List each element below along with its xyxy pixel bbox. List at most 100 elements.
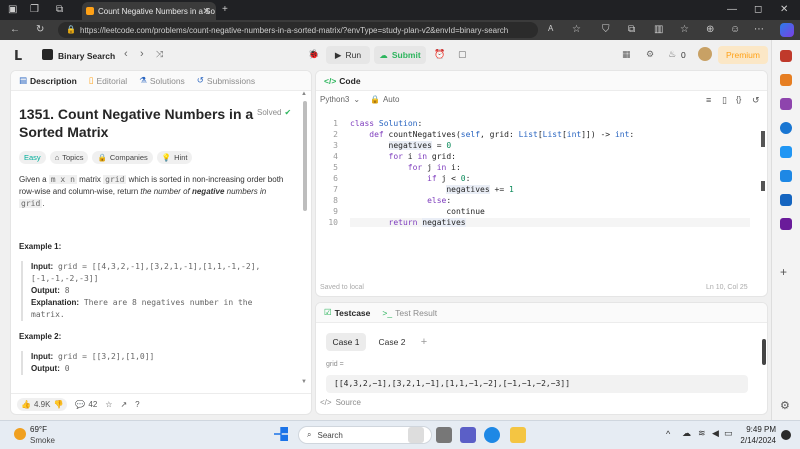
submit-button[interactable]: ☁ Submit <box>374 46 426 64</box>
case-1-button[interactable]: Case 1 <box>326 333 366 351</box>
problem-tags: Easy ⌂ Topics 🔒 Companies 💡 Hint <box>19 151 196 164</box>
extensions-icon[interactable]: ⧉ <box>628 24 635 35</box>
add-case-button[interactable]: + <box>416 333 432 351</box>
copilot-icon[interactable] <box>780 23 794 37</box>
new-tab-icon[interactable]: + <box>222 4 228 15</box>
code-scrollbar[interactable] <box>761 131 765 147</box>
wifi-icon[interactable]: ≋ <box>698 428 706 439</box>
like-button[interactable]: 👍 4.9K 👎 <box>17 398 68 411</box>
code-scrollbar-thumb[interactable] <box>761 181 765 191</box>
favorites-bar-icon[interactable]: ☆ <box>680 24 689 35</box>
premium-button[interactable]: Premium <box>718 46 768 64</box>
scroll-up-icon[interactable]: ▲ <box>301 91 307 97</box>
tab-solutions[interactable]: ⚗ Solutions <box>139 75 185 86</box>
sidebar-tools-icon[interactable] <box>780 50 792 62</box>
refresh-icon[interactable]: ↻ <box>36 24 44 35</box>
example1-block: Input: grid = [[4,3,2,-1],[3,2,1,-1],[1,… <box>21 261 301 321</box>
tab-editorial[interactable]: ▯ Editorial <box>89 75 127 86</box>
study-plan-title[interactable]: Binary Search <box>58 51 115 61</box>
tab-code[interactable]: </> Code <box>324 76 361 86</box>
submit-label: Submit <box>391 50 421 60</box>
tab-actions-icon[interactable]: ⧉ <box>56 4 63 15</box>
description-scrollbar[interactable] <box>303 101 307 211</box>
sidebar-outlook-icon[interactable] <box>780 146 792 158</box>
teams-icon[interactable] <box>460 427 476 443</box>
shield-icon[interactable]: ⛉ <box>602 24 610 35</box>
language-select[interactable]: Python3 ⌄ <box>320 95 360 104</box>
debug-icon[interactable]: 🐞 <box>308 49 319 60</box>
more-icon[interactable]: ⋯ <box>754 24 764 35</box>
sidebar-settings-icon[interactable]: ⚙ <box>780 400 792 412</box>
streak-count[interactable]: 0 <box>681 50 686 60</box>
collections-bar-icon[interactable]: ⊕ <box>706 24 714 35</box>
sidebar-office-icon[interactable] <box>780 170 792 182</box>
bookmark-icon[interactable]: ▯ <box>722 95 727 106</box>
edge-taskbar-icon[interactable] <box>484 427 500 443</box>
sidebar-add-icon[interactable]: + <box>780 266 792 278</box>
tray-chevron-icon[interactable]: ^ <box>666 429 670 439</box>
next-problem-icon[interactable]: › <box>140 48 144 60</box>
read-aloud-icon[interactable]: A <box>548 24 553 33</box>
scroll-down-icon[interactable]: ▼ <box>301 379 307 385</box>
timer-icon[interactable]: ⏰ <box>434 49 445 60</box>
code-editor[interactable]: 1 class Solution: 2 def countNegatives(sel… <box>316 115 756 285</box>
profile-icon[interactable]: ☺ <box>730 24 740 35</box>
notes-icon[interactable]: ▢ <box>458 49 467 60</box>
tab-submissions[interactable]: ↺ Submissions <box>197 75 255 86</box>
help-icon[interactable]: ? <box>135 400 139 409</box>
run-button[interactable]: ▶ Run <box>326 46 370 64</box>
back-icon[interactable]: ← <box>10 24 20 35</box>
close-tab-icon[interactable]: ✕ <box>202 6 210 17</box>
hint-tag[interactable]: 💡 Hint <box>156 151 193 164</box>
example2-title: Example 2: <box>19 332 62 341</box>
sidebar-shopping-icon[interactable] <box>780 74 792 86</box>
case-2-button[interactable]: Case 2 <box>372 333 412 351</box>
leetcode-logo-icon[interactable]: ᒪ <box>14 48 22 64</box>
note-icon[interactable]: ≡ <box>706 95 711 105</box>
grid-input[interactable]: [[4,3,2,−1],[3,2,1,−1],[1,1,−1,−2],[−1,−… <box>326 375 748 393</box>
topics-tag[interactable]: ⌂ Topics <box>49 151 89 164</box>
sidebar-word-icon[interactable] <box>780 194 792 206</box>
auto-mode[interactable]: 🔒 Auto <box>370 95 399 104</box>
companies-tag[interactable]: 🔒 Companies <box>92 151 153 164</box>
clock-date[interactable]: 2/14/2024 <box>738 436 776 445</box>
sidebar-games-icon[interactable] <box>780 98 792 110</box>
file-explorer-icon[interactable] <box>510 427 526 443</box>
share-icon[interactable]: ↗ <box>120 400 127 409</box>
close-window-icon[interactable]: ✕ <box>780 4 788 15</box>
minimize-icon[interactable]: — <box>727 4 737 15</box>
search-highlight-icon[interactable] <box>408 427 424 443</box>
settings-gear-icon[interactable]: ⚙ <box>646 49 654 60</box>
sidebar-copilot-icon[interactable] <box>780 122 792 134</box>
task-view-icon[interactable] <box>436 427 452 443</box>
maximize-icon[interactable]: ◻ <box>754 4 762 15</box>
sidebar-app-icon[interactable] <box>780 218 792 230</box>
source-button[interactable]: </> Source <box>320 398 361 407</box>
prev-problem-icon[interactable]: ‹ <box>124 48 128 60</box>
layout-icon[interactable]: ▦ <box>622 49 631 60</box>
reset-icon[interactable]: ↺ <box>752 95 760 106</box>
split-screen-icon[interactable]: ▥ <box>654 24 663 35</box>
avatar[interactable] <box>698 47 712 61</box>
url-field[interactable]: 🔒 https://leetcode.com/problems/count-ne… <box>58 22 538 38</box>
difficulty-tag[interactable]: Easy <box>19 151 46 164</box>
tab-description[interactable]: ▤ Description <box>19 75 77 86</box>
testcase-scrollbar[interactable] <box>762 339 766 365</box>
volume-icon[interactable]: ◀ <box>712 428 719 439</box>
collections-icon[interactable]: ❐ <box>30 4 39 15</box>
format-code-icon[interactable]: {} <box>736 95 741 104</box>
weather-icon[interactable] <box>14 428 26 440</box>
notification-icon[interactable] <box>781 430 791 440</box>
tab-test-result[interactable]: >_ Test Result <box>382 308 437 318</box>
tab-testcase[interactable]: ☑ Testcase <box>324 307 370 318</box>
star-icon[interactable]: ☆ <box>105 400 112 409</box>
favorite-icon[interactable]: ☆ <box>572 24 581 35</box>
comments-button[interactable]: 💬 42 <box>75 400 97 409</box>
shuffle-icon[interactable]: ⤨ <box>156 49 163 60</box>
battery-icon[interactable]: ▭ <box>724 428 733 439</box>
browser-tab[interactable]: Count Negative Numbers in a So ✕ <box>82 2 216 20</box>
clock-time[interactable]: 9:49 PM <box>744 425 776 434</box>
cloud-icon[interactable]: ☁ <box>682 428 691 439</box>
browser-menu-icon[interactable]: ▣ <box>8 4 17 15</box>
windows-start-icon[interactable] <box>274 427 288 441</box>
